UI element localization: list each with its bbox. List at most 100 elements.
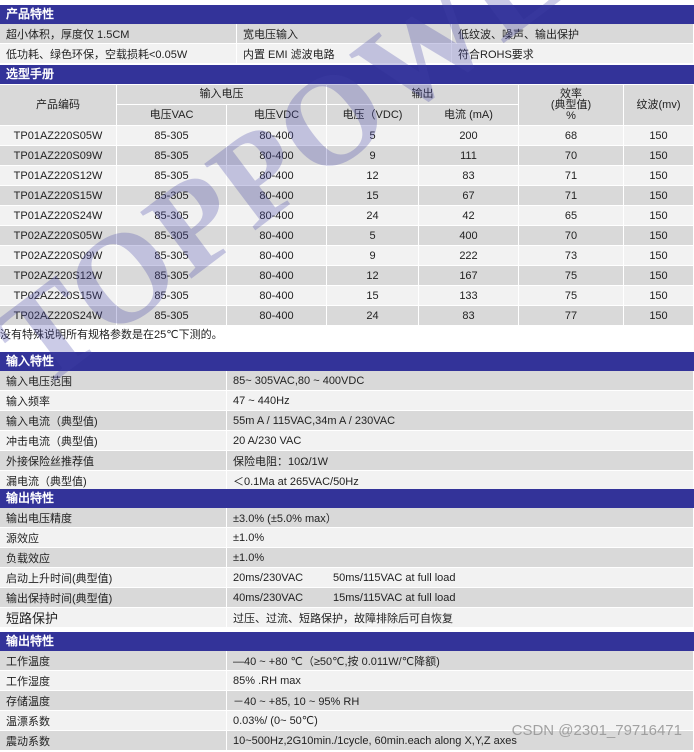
table-cell: 冲击电流（典型值)	[0, 431, 227, 451]
header-iout: 电流 (mA)	[419, 105, 519, 126]
table-cell: 9	[327, 146, 419, 166]
table-cell: 负载效应	[0, 548, 227, 568]
environment-row: 存储温度 －40 ~ +85, 10 ~ 95% RH	[0, 691, 694, 711]
table-cell: 222	[419, 246, 519, 266]
model-row: TP01AZ220S15W 85-305 80-400 15 67 71 150	[0, 186, 694, 206]
table-cell: ＜0.1Ma at 265VAC/50Hz	[227, 471, 694, 491]
environment-row: 工作湿度 85% .RH max	[0, 671, 694, 691]
output-row: 启动上升时间(典型值) 20ms/230VAC 50ms/115VAC at ful…	[0, 568, 694, 588]
table-cell: 85-305	[117, 146, 227, 166]
table-cell: 68	[519, 126, 624, 146]
table-cell: TP01AZ220S15W	[0, 186, 117, 206]
table-cell: 工作温度	[0, 651, 227, 671]
table-cell: 12	[327, 266, 419, 286]
table-cell: 80-400	[227, 206, 327, 226]
table-cell: 输出电压精度	[0, 508, 227, 528]
table-cell: 24	[327, 206, 419, 226]
credit-text: CSDN @2301_79716471	[511, 722, 682, 739]
table-cell: 150	[624, 126, 694, 146]
input-row: 输入频率 47 ~ 440Hz	[0, 391, 694, 411]
table-cell: 存储温度	[0, 691, 227, 711]
table-cell: 150	[624, 246, 694, 266]
header-vac: 电压VAC	[117, 105, 227, 126]
table-cell: 77	[519, 306, 624, 326]
table-cell: 宽电压输入	[237, 24, 452, 44]
header-output: 输出	[327, 85, 519, 105]
table-cell: 低功耗、绿色环保，空载损耗<0.05W	[0, 44, 237, 64]
table-cell: TP02AZ220S24W	[0, 306, 117, 326]
table-cell: 输入频率	[0, 391, 227, 411]
model-row: TP01AZ220S12W 85-305 80-400 12 83 71 150	[0, 166, 694, 186]
table-cell: 80-400	[227, 126, 327, 146]
table-cell: 83	[419, 166, 519, 186]
table-cell: TP01AZ220S12W	[0, 166, 117, 186]
table-cell: 低纹波、噪声、输出保护	[452, 24, 694, 44]
table-cell: 133	[419, 286, 519, 306]
table-cell: TP01AZ220S05W	[0, 126, 117, 146]
table-cell: 400	[419, 226, 519, 246]
table-cell: 20 A/230 VAC	[227, 431, 694, 451]
table-cell: 200	[419, 126, 519, 146]
table-cell: 80-400	[227, 306, 327, 326]
header-efficiency: 效率 (典型值) %	[519, 85, 624, 126]
table-cell: 80-400	[227, 226, 327, 246]
table-cell: 70	[519, 146, 624, 166]
table-cell: TP02AZ220S12W	[0, 266, 117, 286]
table-cell: 75	[519, 266, 624, 286]
input-row: 冲击电流（典型值) 20 A/230 VAC	[0, 431, 694, 451]
model-row: TP02AZ220S12W 85-305 80-400 12 167 75 150	[0, 266, 694, 286]
table-cell: 85-305	[117, 266, 227, 286]
table-cell: 150	[624, 266, 694, 286]
table-cell: 150	[624, 186, 694, 206]
table-cell: ±1.0%	[227, 548, 694, 568]
section-header-features: 产品特性	[0, 5, 694, 24]
table-cell: 85-305	[117, 226, 227, 246]
input-row: 输入电流（典型值) 55m A / 115VAC,34m A / 230VAC	[0, 411, 694, 431]
output-row: 输出电压精度 ±3.0% (±5.0% max）	[0, 508, 694, 528]
table-cell: 15	[327, 186, 419, 206]
table-cell: 15	[327, 286, 419, 306]
table-cell: 5	[327, 126, 419, 146]
table-cell: 85% .RH max	[227, 671, 694, 691]
table-cell: －40 ~ +85, 10 ~ 95% RH	[227, 691, 694, 711]
output-row: 输出保持时间(典型值) 40ms/230VAC 15ms/115VAC at ful…	[0, 588, 694, 608]
header-vout: 电压（VDC)	[327, 105, 419, 126]
table-cell: 85-305	[117, 286, 227, 306]
table-cell: 输入电流（典型值)	[0, 411, 227, 431]
table-cell: 111	[419, 146, 519, 166]
model-row: TP01AZ220S24W 85-305 80-400 24 42 65 150	[0, 206, 694, 226]
table-cell: —40 ~ +80 ℃（≥50℃,按 0.011W/℃降额)	[227, 651, 694, 671]
header-input-voltage: 输入电压	[117, 85, 327, 105]
table-cell: 输出保持时间(典型值)	[0, 588, 227, 608]
table-cell: 80-400	[227, 166, 327, 186]
table-cell: 80-400	[227, 286, 327, 306]
table-cell: 85-305	[117, 186, 227, 206]
table-cell: 150	[624, 166, 694, 186]
table-cell: 75	[519, 286, 624, 306]
table-cell: 71	[519, 186, 624, 206]
section-header-environment: 输出特性	[0, 632, 694, 651]
input-row: 外接保险丝推荐值 保险电阻：10Ω/1W	[0, 451, 694, 471]
section-header-output: 输出特性	[0, 489, 694, 508]
header-vdc: 电压VDC	[227, 105, 327, 126]
table-cell: 85-305	[117, 306, 227, 326]
table-cell: TP01AZ220S09W	[0, 146, 117, 166]
table-cell: 15ms/115VAC at full load	[327, 588, 694, 608]
table-cell: 漏电流（典型值)	[0, 471, 227, 491]
table-cell: 20ms/230VAC	[227, 568, 327, 588]
table-cell: 5	[327, 226, 419, 246]
table-cell: 85~ 305VAC,80 ~ 400VDC	[227, 371, 694, 391]
table-cell: 80-400	[227, 186, 327, 206]
table-cell: 源效应	[0, 528, 227, 548]
table-cell: 保险电阻：10Ω/1W	[227, 451, 694, 471]
table-cell: 过压、过流、短路保护，故障排除后可自恢复	[227, 608, 694, 628]
output-row: 负载效应 ±1.0%	[0, 548, 694, 568]
table-cell: 167	[419, 266, 519, 286]
table-cell: TP02AZ220S09W	[0, 246, 117, 266]
table-cell: 80-400	[227, 266, 327, 286]
table-cell: 65	[519, 206, 624, 226]
table-cell: 150	[624, 306, 694, 326]
header-ripple: 纹波(mv)	[624, 85, 694, 126]
table-cell: 80-400	[227, 246, 327, 266]
table-cell: 24	[327, 306, 419, 326]
